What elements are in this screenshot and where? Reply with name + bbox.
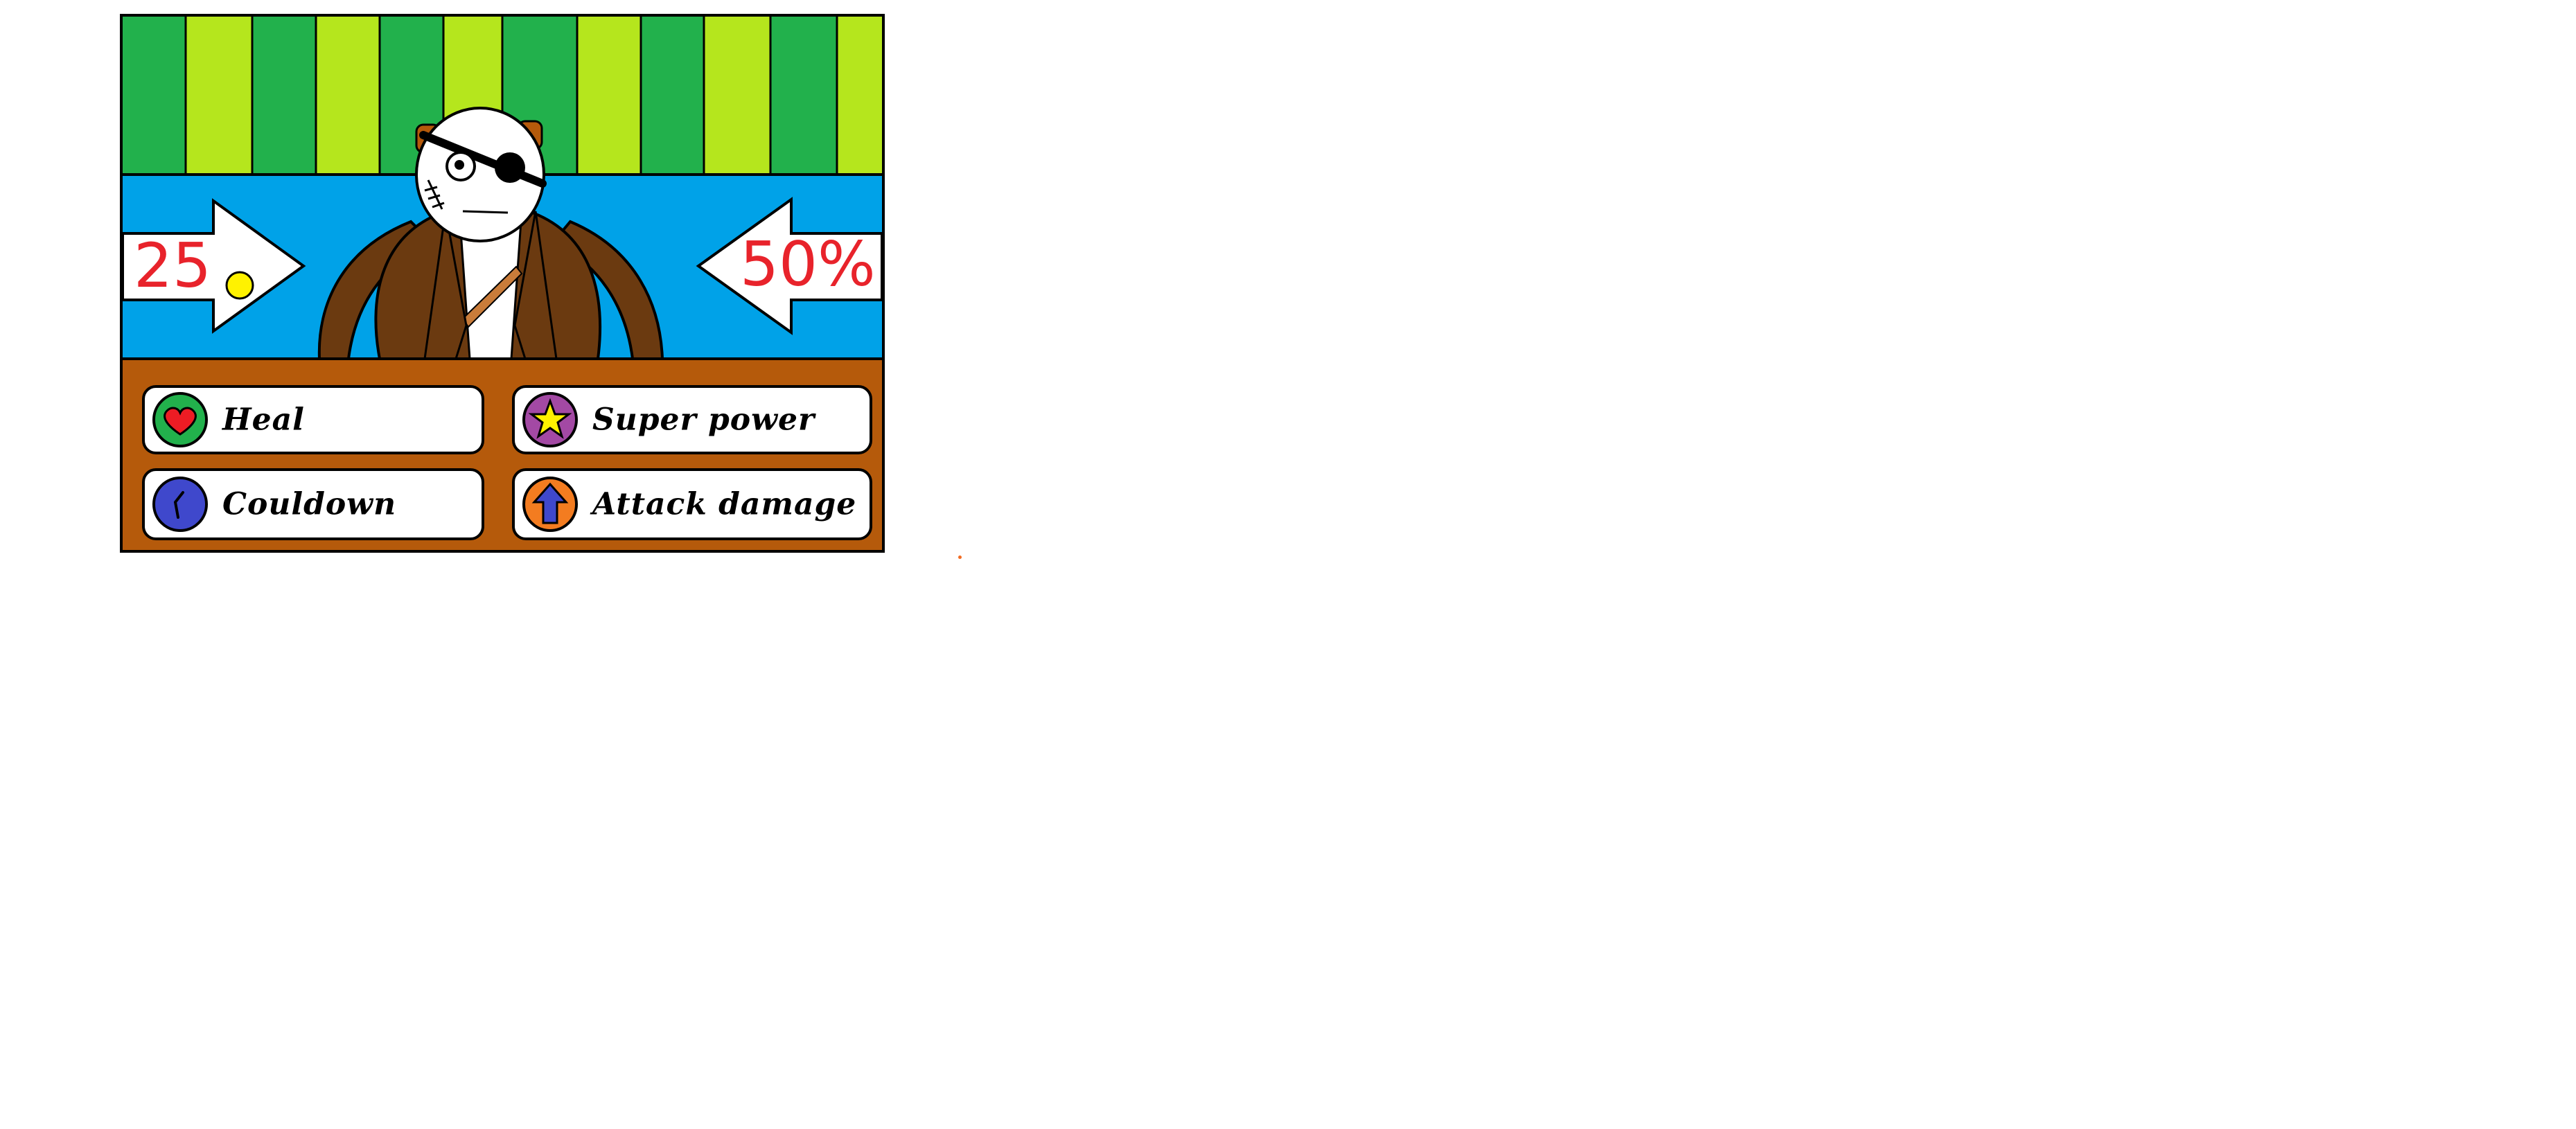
damage-percent: 50%: [740, 229, 876, 300]
star-icon: [522, 392, 578, 447]
coin-icon: [225, 271, 254, 300]
heal-button[interactable]: Heal: [142, 385, 484, 454]
cooldown-label: Couldown: [222, 486, 397, 522]
attack-damage-label: Attack damage: [592, 486, 857, 522]
stray-dot: [958, 555, 962, 559]
heal-label: Heal: [222, 402, 305, 438]
super-power-label: Super power: [592, 402, 815, 438]
score-value: 25: [134, 230, 211, 301]
arrow-up-icon: [522, 477, 578, 532]
attack-damage-button[interactable]: Attack damage: [512, 468, 872, 540]
super-power-button[interactable]: Super power: [512, 385, 872, 454]
clock-icon: [152, 477, 208, 532]
game-card: 25 50% Heal Super power Couldown Attack …: [120, 14, 885, 553]
heart-icon: [152, 392, 208, 447]
cooldown-button[interactable]: Couldown: [142, 468, 484, 540]
